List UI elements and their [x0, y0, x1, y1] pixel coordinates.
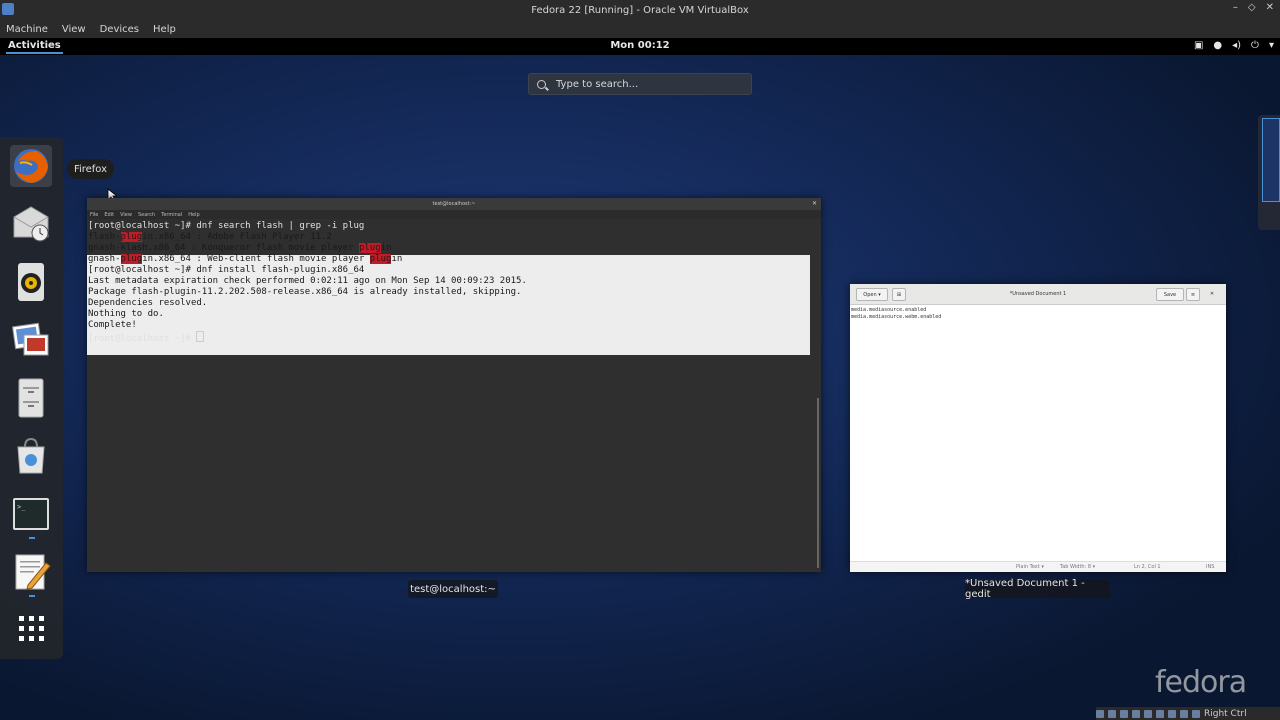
terminal-output[interactable]: [root@localhost ~]# dnf search flash | g…	[87, 219, 821, 355]
terminal-menu-edit[interactable]: Edit	[104, 212, 114, 218]
svg-text:>_: >_	[17, 503, 26, 511]
terminal-window-caption[interactable]: test@localhost:~	[408, 580, 498, 598]
search-placeholder: Type to search...	[556, 78, 639, 90]
menu-help[interactable]: Help	[153, 24, 176, 35]
dash: >_	[0, 137, 63, 659]
language-selector[interactable]: Plain Text ▾	[1016, 564, 1044, 570]
host-key-label: Right Ctrl	[1204, 708, 1247, 719]
terminal-window[interactable]: test@localhost:~ ✕ File Edit View Search…	[87, 198, 821, 572]
terminal-menu-terminal[interactable]: Terminal	[161, 212, 182, 218]
power-icon[interactable]: ⏻	[1251, 40, 1259, 51]
search-input[interactable]: Type to search...	[528, 73, 752, 95]
cursor-position: Ln 2, Col 1	[1134, 564, 1161, 570]
hdd-icon[interactable]	[1096, 709, 1104, 718]
gedit-window-caption[interactable]: *Unsaved Document 1 - gedit	[965, 578, 1110, 600]
terminal-line: Last metadata expiration check performed…	[88, 276, 527, 286]
terminal-line: [root@localhost ~]# dnf install flash-pl…	[88, 265, 365, 275]
tab-width-selector[interactable]: Tab Width: 8 ▾	[1060, 564, 1095, 570]
shared-folder-icon[interactable]	[1156, 709, 1164, 718]
restore-button[interactable]: ◇	[1248, 2, 1256, 13]
gedit-headerbar: Open ▾ ⊞ *Unsaved Document 1 Save ≡ ✕	[850, 284, 1226, 305]
menu-machine[interactable]: Machine	[6, 24, 48, 35]
audio-icon[interactable]	[1120, 709, 1128, 718]
terminal-menubar: File Edit View Search Terminal Help	[87, 210, 821, 219]
match-highlight: plug	[358, 243, 381, 253]
files-icon[interactable]	[10, 377, 52, 419]
terminal-titlebar[interactable]: test@localhost:~ ✕	[87, 198, 821, 210]
mic-icon[interactable]: ●	[1213, 40, 1222, 51]
evolution-icon[interactable]	[10, 203, 52, 245]
match-highlight: plug	[120, 254, 143, 264]
volume-icon[interactable]: ◂)	[1232, 40, 1241, 51]
close-icon[interactable]: ✕	[1206, 288, 1218, 299]
gedit-icon[interactable]	[10, 551, 52, 593]
network-icon[interactable]	[1132, 709, 1140, 718]
close-icon[interactable]: ✕	[812, 198, 817, 210]
vbox-statusbar: Right Ctrl	[1096, 707, 1280, 720]
menu-devices[interactable]: Devices	[100, 24, 139, 35]
virtualbox-icon	[2, 3, 14, 15]
search-icon	[537, 79, 546, 89]
chevron-down-icon[interactable]: ▾	[1269, 40, 1274, 51]
show-apps-icon[interactable]	[10, 607, 52, 649]
terminal-cursor	[196, 331, 205, 342]
match-highlight: plug	[120, 232, 143, 242]
terminal-line: gnash-klash.x86_64 : Konqueror flash mov…	[88, 243, 392, 253]
terminal-prompt-line: [root@localhost ~]#	[88, 331, 821, 344]
gedit-text-area[interactable]: media.mediasource.enabled media.mediasou…	[850, 305, 1226, 323]
terminal-line: flash-plugin.x86_64 : Adobe Flash Player…	[88, 232, 332, 242]
terminal-menu-help[interactable]: Help	[188, 212, 199, 218]
close-button[interactable]: ✕	[1266, 2, 1274, 13]
system-tray[interactable]: ▣ ● ◂) ⏻ ▾	[1194, 40, 1274, 51]
workspace-thumbnail[interactable]	[1262, 118, 1280, 202]
text-line: media.mediasource.enabled	[851, 307, 927, 313]
terminal-icon[interactable]: >_	[10, 493, 52, 535]
optical-drive-icon[interactable]	[1108, 709, 1116, 718]
vbox-titlebar: Fedora 22 [Running] - Oracle VM VirtualB…	[0, 0, 1280, 20]
terminal-menu-view[interactable]: View	[120, 212, 132, 218]
terminal-menu-search[interactable]: Search	[138, 212, 155, 218]
dash-tooltip: Firefox	[67, 159, 114, 179]
vbox-menubar: Machine View Devices Help	[0, 20, 1280, 38]
display-icon[interactable]	[1168, 709, 1176, 718]
gedit-statusbar: Plain Text ▾ Tab Width: 8 ▾ Ln 2, Col 1 …	[850, 561, 1226, 572]
fedora-watermark: fedora	[1155, 665, 1247, 700]
minimize-button[interactable]: –	[1233, 2, 1238, 13]
terminal-title: test@localhost:~	[432, 201, 476, 207]
vbox-title: Fedora 22 [Running] - Oracle VM VirtualB…	[531, 4, 749, 16]
terminal-line: [root@localhost ~]# dnf search flash | g…	[88, 221, 365, 231]
terminal-menu-file[interactable]: File	[90, 212, 98, 218]
hamburger-menu-icon[interactable]: ≡	[1186, 288, 1200, 301]
running-indicator	[29, 537, 35, 539]
firefox-icon[interactable]	[10, 145, 52, 187]
save-button[interactable]: Save	[1156, 288, 1184, 301]
terminal-line: Package flash-plugin-11.2.202.508-releas…	[88, 287, 522, 297]
terminal-line: Dependencies resolved.	[88, 298, 208, 308]
gnome-topbar: Activities Mon 00:12 ▣ ● ◂) ⏻ ▾	[0, 38, 1280, 55]
insert-mode: INS	[1206, 564, 1215, 570]
rhythmbox-icon[interactable]	[10, 261, 52, 303]
mouse-integration-icon[interactable]	[1192, 709, 1200, 718]
menu-view[interactable]: View	[62, 24, 86, 35]
screen-icon[interactable]: ▣	[1194, 40, 1203, 51]
shotwell-icon[interactable]	[10, 319, 52, 361]
match-highlight: plug	[369, 254, 392, 264]
terminal-line: Nothing to do.	[88, 309, 164, 319]
clock[interactable]: Mon 00:12	[0, 40, 1280, 51]
terminal-scrollbar[interactable]	[817, 398, 819, 568]
window-controls: – ◇ ✕	[1233, 2, 1274, 13]
terminal-line: gnash-plugin.x86_64 : Web-client flash m…	[88, 254, 403, 264]
text-line: media.mediasource.webm.enabled	[851, 314, 942, 320]
usb-icon[interactable]	[1144, 709, 1152, 718]
terminal-line: Complete!	[88, 320, 137, 330]
gedit-window[interactable]: Open ▾ ⊞ *Unsaved Document 1 Save ≡ ✕ me…	[850, 284, 1226, 572]
running-indicator	[29, 595, 35, 597]
software-icon[interactable]	[10, 435, 52, 477]
capture-icon[interactable]	[1180, 709, 1188, 718]
